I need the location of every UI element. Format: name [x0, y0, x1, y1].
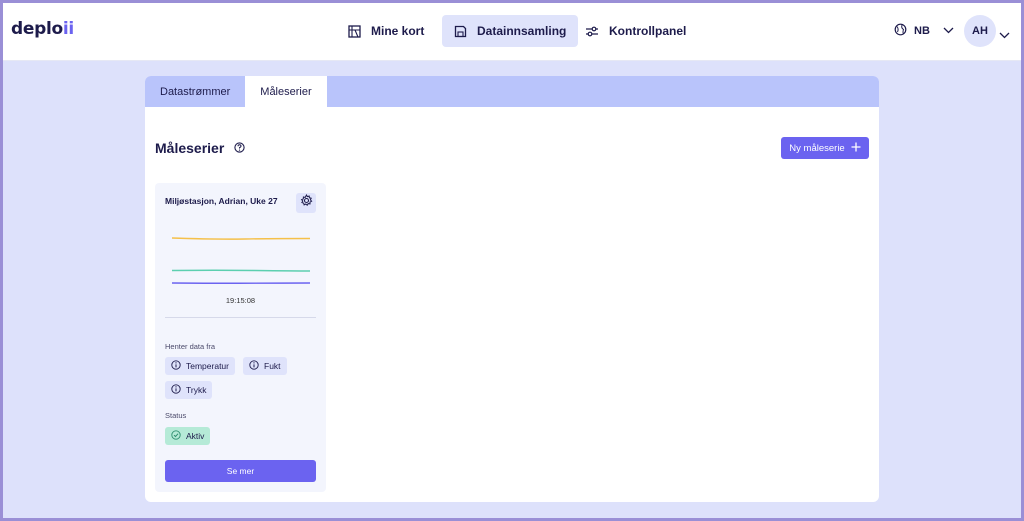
language-label: NB	[914, 25, 930, 37]
language-selector[interactable]: NB	[894, 22, 954, 40]
tab-datastrommer[interactable]: Datastrømmer	[145, 76, 245, 107]
sparkline-chart	[171, 237, 311, 284]
info-icon	[171, 384, 181, 396]
nav-label: Mine kort	[371, 24, 425, 38]
source-chip-trykk[interactable]: Trykk	[165, 381, 213, 399]
tab-label: Måleserier	[260, 85, 312, 98]
avatar-initials: AH	[972, 25, 988, 37]
chip-label: Trykk	[186, 385, 207, 395]
gear-icon	[300, 193, 313, 212]
logo[interactable]: deploii	[11, 19, 74, 39]
status-label: Status	[165, 411, 187, 420]
nav-datainnsamling[interactable]: Datainnsamling	[442, 15, 579, 47]
divider	[165, 317, 316, 318]
save-icon	[454, 25, 467, 38]
nav-label: Datainnsamling	[477, 24, 567, 38]
chevron-down-icon	[943, 25, 954, 37]
card-title: Miljøstasjon, Adrian, Uke 27	[165, 196, 278, 206]
help-icon[interactable]	[234, 140, 245, 156]
logo-suffix: ii	[62, 19, 74, 39]
globe-icon	[894, 23, 907, 39]
main-panel: Datastrømmer Måleserier Måleserier Ny må…	[145, 76, 879, 502]
sources-label: Henter data fra	[165, 342, 216, 351]
sliders-icon	[585, 25, 599, 38]
tab-bar: Datastrømmer Måleserier	[145, 76, 879, 107]
chip-label: Fukt	[264, 361, 281, 371]
nav-label: Kontrollpanel	[609, 24, 687, 38]
see-more-button[interactable]: Se mer	[165, 460, 316, 482]
map-icon	[348, 24, 361, 38]
tab-label: Datastrømmer	[160, 85, 231, 98]
nav-kontrollpanel[interactable]: Kontrollpanel	[573, 15, 698, 47]
chevron-down-icon[interactable]	[999, 26, 1010, 44]
status-badge: Aktiv	[165, 427, 211, 445]
source-chip-temperatur[interactable]: Temperatur	[165, 357, 235, 375]
source-chip-fukt[interactable]: Fukt	[243, 357, 287, 375]
new-measurement-series-button[interactable]: Ny måleserie	[781, 137, 869, 159]
status-text: Aktiv	[186, 431, 205, 441]
plus-icon	[851, 142, 861, 155]
series-line-fukt	[171, 269, 311, 272]
logo-text: deplo	[11, 19, 63, 39]
info-icon	[171, 360, 181, 372]
measurement-series-card: Miljøstasjon, Adrian, Uke 27 19:15:08 He…	[155, 183, 326, 492]
page-title: Måleserier	[155, 140, 245, 156]
settings-button[interactable]	[296, 193, 316, 213]
series-line-temperatur	[171, 237, 311, 240]
time-label: 19:15:08	[225, 296, 256, 305]
avatar[interactable]: AH	[964, 15, 996, 47]
info-icon	[249, 360, 259, 372]
page-title-text: Måleserier	[155, 140, 225, 156]
top-navigation: deploii Mine kort Datainnsamling Kontrol…	[0, 0, 1024, 61]
tab-maleserier[interactable]: Måleserier	[245, 76, 327, 107]
chip-label: Temperatur	[186, 361, 229, 371]
check-circle-icon	[171, 430, 181, 442]
new-button-label: Ny måleserie	[789, 142, 845, 154]
nav-mine-kort[interactable]: Mine kort	[336, 15, 436, 47]
see-more-label: Se mer	[226, 466, 255, 476]
